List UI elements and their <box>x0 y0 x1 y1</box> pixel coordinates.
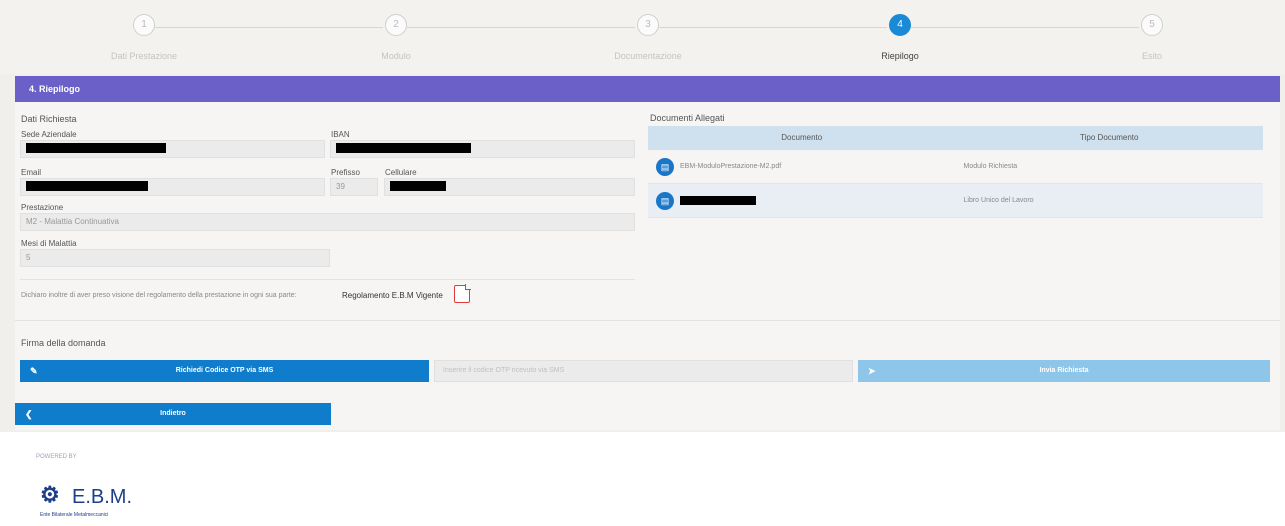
footer: POWERED BY ⚙ E.B.M. Ente Bilaterale Meta… <box>0 432 1285 526</box>
download-file-icon[interactable]: ▤ <box>656 157 674 176</box>
email-label: Email <box>21 168 42 177</box>
documents-table: Documento Tipo Documento ▤ EBM-ModuloPre… <box>648 126 1263 218</box>
prefisso-field: 39 <box>330 178 378 196</box>
document-cell: ▤ EBM-ModuloPrestazione-M2.pdf <box>648 157 956 176</box>
step-label: Documentazione <box>614 51 682 61</box>
column-header-tipo: Tipo Documento <box>1080 133 1139 142</box>
redacted-value <box>26 181 148 191</box>
sede-label: Sede Aziendale <box>21 130 77 139</box>
step-4[interactable]: 4 Riepilogo <box>800 14 1000 61</box>
column-header-documento: Documento <box>781 133 823 142</box>
step-label: Dati Prestazione <box>110 51 178 61</box>
step-3[interactable]: 3 Documentazione <box>548 14 748 61</box>
step-label: Esito <box>1141 51 1162 61</box>
step-number: 1 <box>133 14 155 36</box>
table-row: ▤ EBM-ModuloPrestazione-M2.pdf Modulo Ri… <box>648 150 1263 184</box>
logo-text: E.B.M. <box>72 486 133 508</box>
redacted-document-name <box>680 196 756 205</box>
divider <box>20 279 635 280</box>
back-label: Indietro <box>160 410 186 417</box>
send-request-button[interactable]: ➤ Invia Richiesta <box>858 360 1270 382</box>
download-file-icon[interactable]: ▤ <box>656 191 674 210</box>
panel-title: 4. Riepilogo <box>15 76 1280 102</box>
documenti-section-title: Documenti Allegati <box>650 113 725 123</box>
declaration-text: Dichiaro inoltre di aver preso visione d… <box>21 292 297 299</box>
edit-icon: ✎ <box>30 366 38 376</box>
step-number: 5 <box>1141 14 1163 36</box>
step-number: 2 <box>385 14 407 36</box>
dati-section-title: Dati Richiesta <box>21 114 77 124</box>
firma-section-title: Firma della domanda <box>21 338 106 348</box>
send-otp-button[interactable]: ✎ Richiedi Codice OTP via SMS <box>20 360 429 382</box>
redacted-value <box>26 143 166 153</box>
table-header: Documento Tipo Documento <box>648 126 1263 150</box>
iban-label: IBAN <box>331 130 350 139</box>
redacted-value <box>336 143 471 153</box>
prestazione-label: Prestazione <box>21 203 64 212</box>
mesi-field: 5 <box>20 249 330 267</box>
step-5[interactable]: 5 Esito <box>1052 14 1252 61</box>
cellulare-label: Cellulare <box>385 168 417 177</box>
document-type: Libro Unico del Lavoro <box>963 197 1034 204</box>
document-cell: ▤ <box>648 191 956 210</box>
regolamento-link[interactable]: Regolamento E.B.M Vigente <box>342 291 443 300</box>
step-number: 4 <box>889 14 911 36</box>
send-otp-label: Richiedi Codice OTP via SMS <box>175 367 274 374</box>
chevron-left-icon: ❮ <box>25 409 33 419</box>
step-1[interactable]: 1 Dati Prestazione <box>44 14 244 61</box>
prefisso-label: Prefisso <box>331 168 360 177</box>
logo-subtitle: Ente Bilaterale Metalmeccanici <box>40 512 109 518</box>
pdf-file-icon[interactable] <box>454 284 471 303</box>
redacted-value <box>390 181 446 191</box>
back-button[interactable]: ❮ Indietro <box>15 403 331 425</box>
table-row: ▤ Libro Unico del Lavoro <box>648 184 1263 218</box>
send-request-label: Invia Richiesta <box>1039 367 1089 374</box>
step-label: Modulo <box>381 51 411 61</box>
ebm-logo: ⚙ E.B.M. Ente Bilaterale Metalmeccanici <box>40 476 180 520</box>
powered-by-label: POWERED BY <box>36 454 77 460</box>
prestazione-field: M2 - Malattia Continuativa <box>20 213 635 231</box>
send-icon: ➤ <box>868 366 876 376</box>
step-number: 3 <box>637 14 659 36</box>
document-name[interactable]: EBM-ModuloPrestazione-M2.pdf <box>680 163 781 170</box>
step-label: Riepilogo <box>881 51 919 61</box>
gear-logo-icon: ⚙ <box>40 482 60 507</box>
wizard-stepper: 1 Dati Prestazione 2 Modulo 3 Documentaz… <box>0 0 1285 74</box>
step-2[interactable]: 2 Modulo <box>296 14 496 61</box>
divider <box>15 320 1280 321</box>
mesi-label: Mesi di Malattia <box>21 239 77 248</box>
document-type: Modulo Richiesta <box>963 163 1018 170</box>
otp-input[interactable]: Inserire il codice OTP ricevuto via SMS <box>434 360 853 382</box>
